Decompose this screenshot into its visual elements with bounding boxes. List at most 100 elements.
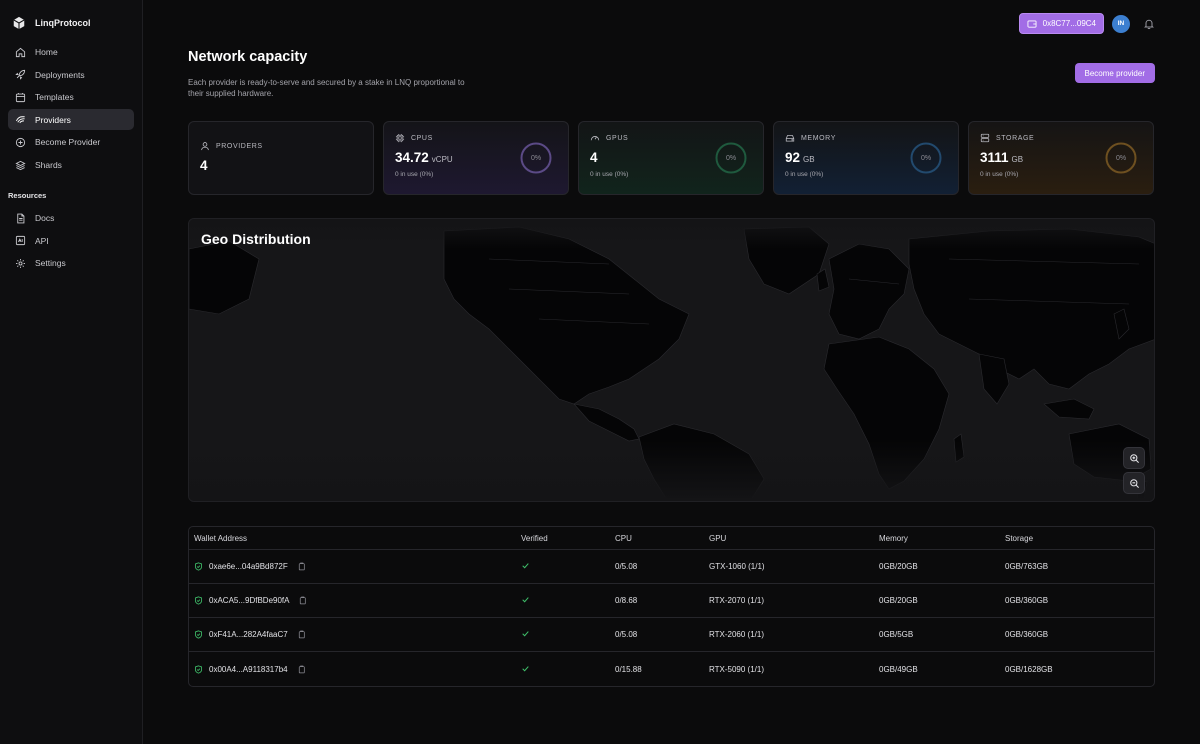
sidebar-item-providers[interactable]: Providers — [8, 109, 134, 131]
usage-percent: 0% — [1115, 154, 1127, 162]
header-verified[interactable]: Verified — [521, 534, 615, 543]
table-row[interactable]: 0xae6e...04a9Bd872F 0/5.08 GTX-1060 (1/1… — [189, 550, 1154, 584]
logo-icon — [13, 16, 25, 30]
memory-cell: 0GB/20GB — [879, 562, 918, 571]
storage-cell: 0GB/360GB — [1005, 630, 1049, 639]
wallet-icon — [1027, 19, 1037, 28]
copy-icon[interactable] — [297, 665, 306, 674]
header-gpu[interactable]: GPU — [709, 534, 879, 543]
storage-cell: 0GB/763GB — [1005, 562, 1049, 571]
brand-name: LinqProtocol — [35, 18, 91, 28]
sidebar: LinqProtocol Home Deployments Templates … — [0, 0, 143, 744]
check-icon — [522, 597, 529, 603]
brand[interactable]: LinqProtocol — [8, 14, 134, 40]
sidebar-item-label: Shards — [35, 160, 62, 171]
zoom-in-button[interactable] — [1123, 447, 1145, 469]
sidebar-item-shards[interactable]: Shards — [8, 155, 134, 176]
cpu-value: 34.72 — [395, 150, 429, 165]
layers-icon — [15, 160, 26, 170]
home-icon — [15, 47, 26, 57]
wallet-button[interactable]: 0x8C77...09C4 — [1018, 13, 1104, 34]
wallet-address[interactable]: 0xACA5...9DfBDe90fA — [209, 596, 289, 605]
sidebar-item-home[interactable]: Home — [8, 42, 134, 63]
stat-label: CPUS — [411, 134, 433, 142]
stat-card-storage: STORAGE 3111 GB 0 in use (0%) 0% — [968, 121, 1154, 195]
copy-icon[interactable] — [297, 562, 306, 571]
zoom-out-icon — [1129, 478, 1139, 488]
gauge-icon — [590, 136, 600, 141]
gpu-value: 4 — [590, 150, 598, 165]
header-storage[interactable]: Storage — [1005, 534, 1154, 543]
main-content: 0x8C77...09C4 IN Network capacity Each p… — [143, 0, 1200, 744]
sidebar-item-label: Providers — [35, 114, 71, 125]
shield-check-icon — [194, 664, 203, 674]
wallet-address[interactable]: 0xae6e...04a9Bd872F — [209, 562, 288, 571]
stat-card-providers: PROVIDERS 4 — [188, 121, 374, 195]
copy-icon[interactable] — [298, 596, 307, 605]
header-cpu[interactable]: CPU — [615, 534, 709, 543]
providers-icon — [15, 116, 25, 124]
header-wallet[interactable]: Wallet Address — [189, 534, 521, 543]
user-icon — [201, 142, 209, 151]
wallet-cell: 0xF41A...282A4faaC7 — [189, 630, 521, 639]
sidebar-item-templates[interactable]: Templates — [8, 87, 134, 108]
wallet-address[interactable]: 0xF41A...282A4faaC7 — [209, 630, 288, 639]
memory-cell: 0GB/5GB — [879, 630, 914, 639]
cpu-cell: 0/5.08 — [615, 630, 638, 639]
check-icon — [522, 563, 529, 569]
sidebar-item-deployments[interactable]: Deployments — [8, 64, 134, 85]
shield-check-icon — [194, 596, 203, 605]
table-row[interactable]: 0xF41A...282A4faaC7 0/5.08 RTX-2060 (1/1… — [189, 618, 1154, 652]
sidebar-item-label: Templates — [35, 92, 74, 103]
stat-label: PROVIDERS — [216, 142, 263, 150]
become-provider-button[interactable]: Become provider — [1074, 63, 1155, 83]
map-title: Geo Distribution — [201, 231, 311, 247]
sidebar-item-api[interactable]: API — [8, 230, 134, 251]
stat-label: MEMORY — [801, 134, 836, 142]
stats-row: PROVIDERS 4 CPUS 34.72 vCPU 0 in use (0%)… — [188, 121, 1155, 195]
memory-unit: GB — [803, 155, 815, 164]
gear-icon — [16, 258, 25, 268]
cpu-unit: vCPU — [431, 155, 453, 164]
sidebar-item-become-provider[interactable]: Become Provider — [8, 132, 134, 153]
sidebar-section-title: Resources — [8, 191, 47, 201]
topbar: 0x8C77...09C4 IN — [1018, 13, 1155, 34]
sidebar-item-docs[interactable]: Docs — [8, 208, 134, 229]
usage-percent: 0% — [530, 154, 542, 162]
zoom-out-button[interactable] — [1123, 472, 1145, 494]
storage-cell: 0GB/1628GB — [1005, 664, 1053, 674]
usage-percent: 0% — [920, 154, 932, 162]
verified-cell — [521, 595, 615, 606]
zoom-in-icon — [1129, 453, 1139, 463]
sidebar-item-settings[interactable]: Settings — [8, 253, 134, 274]
verified-cell — [521, 629, 615, 640]
table-row[interactable]: 0x00A4...A9118317b4 0/15.88 RTX-5090 (1/… — [189, 652, 1154, 686]
memory-value: 92 — [785, 150, 801, 165]
stat-card-memory: MEMORY 92 GB 0 in use (0%) 0% — [773, 121, 959, 195]
stat-card-cpus: CPUS 34.72 vCPU 0 in use (0%) 0% — [383, 121, 569, 195]
gpu-cell: RTX-5090 (1/1) — [709, 664, 764, 674]
header-memory[interactable]: Memory — [879, 534, 1005, 543]
storage-unit: GB — [1011, 155, 1024, 164]
shield-check-icon — [194, 630, 203, 639]
avatar[interactable]: IN — [1112, 14, 1130, 33]
wallet-address[interactable]: 0x00A4...A9118317b4 — [209, 665, 288, 674]
gpu-cell: RTX-2070 (1/1) — [709, 596, 764, 605]
verified-cell — [521, 561, 615, 572]
sidebar-item-label: Deployments — [35, 69, 85, 80]
table-row[interactable]: 0xACA5...9DfBDe90fA 0/8.68 RTX-2070 (1/1… — [189, 584, 1154, 618]
wallet-cell: 0xae6e...04a9Bd872F — [189, 562, 521, 571]
cpu-icon — [395, 133, 405, 143]
bell-icon[interactable] — [1143, 18, 1155, 30]
copy-icon[interactable] — [297, 630, 306, 639]
app: LinqProtocol Home Deployments Templates … — [0, 0, 1200, 744]
doc-icon — [17, 213, 25, 224]
geo-map[interactable]: Geo Distribution — [188, 218, 1155, 502]
api-icon — [15, 236, 26, 246]
providers-count: 4 — [200, 158, 208, 173]
check-icon — [522, 631, 529, 637]
stat-label-row: PROVIDERS — [200, 141, 362, 151]
usage-percent: 0% — [725, 154, 737, 162]
storage-cell: 0GB/360GB — [1005, 596, 1049, 605]
providers-table: Wallet Address Verified CPU GPU Memory S… — [188, 526, 1155, 687]
